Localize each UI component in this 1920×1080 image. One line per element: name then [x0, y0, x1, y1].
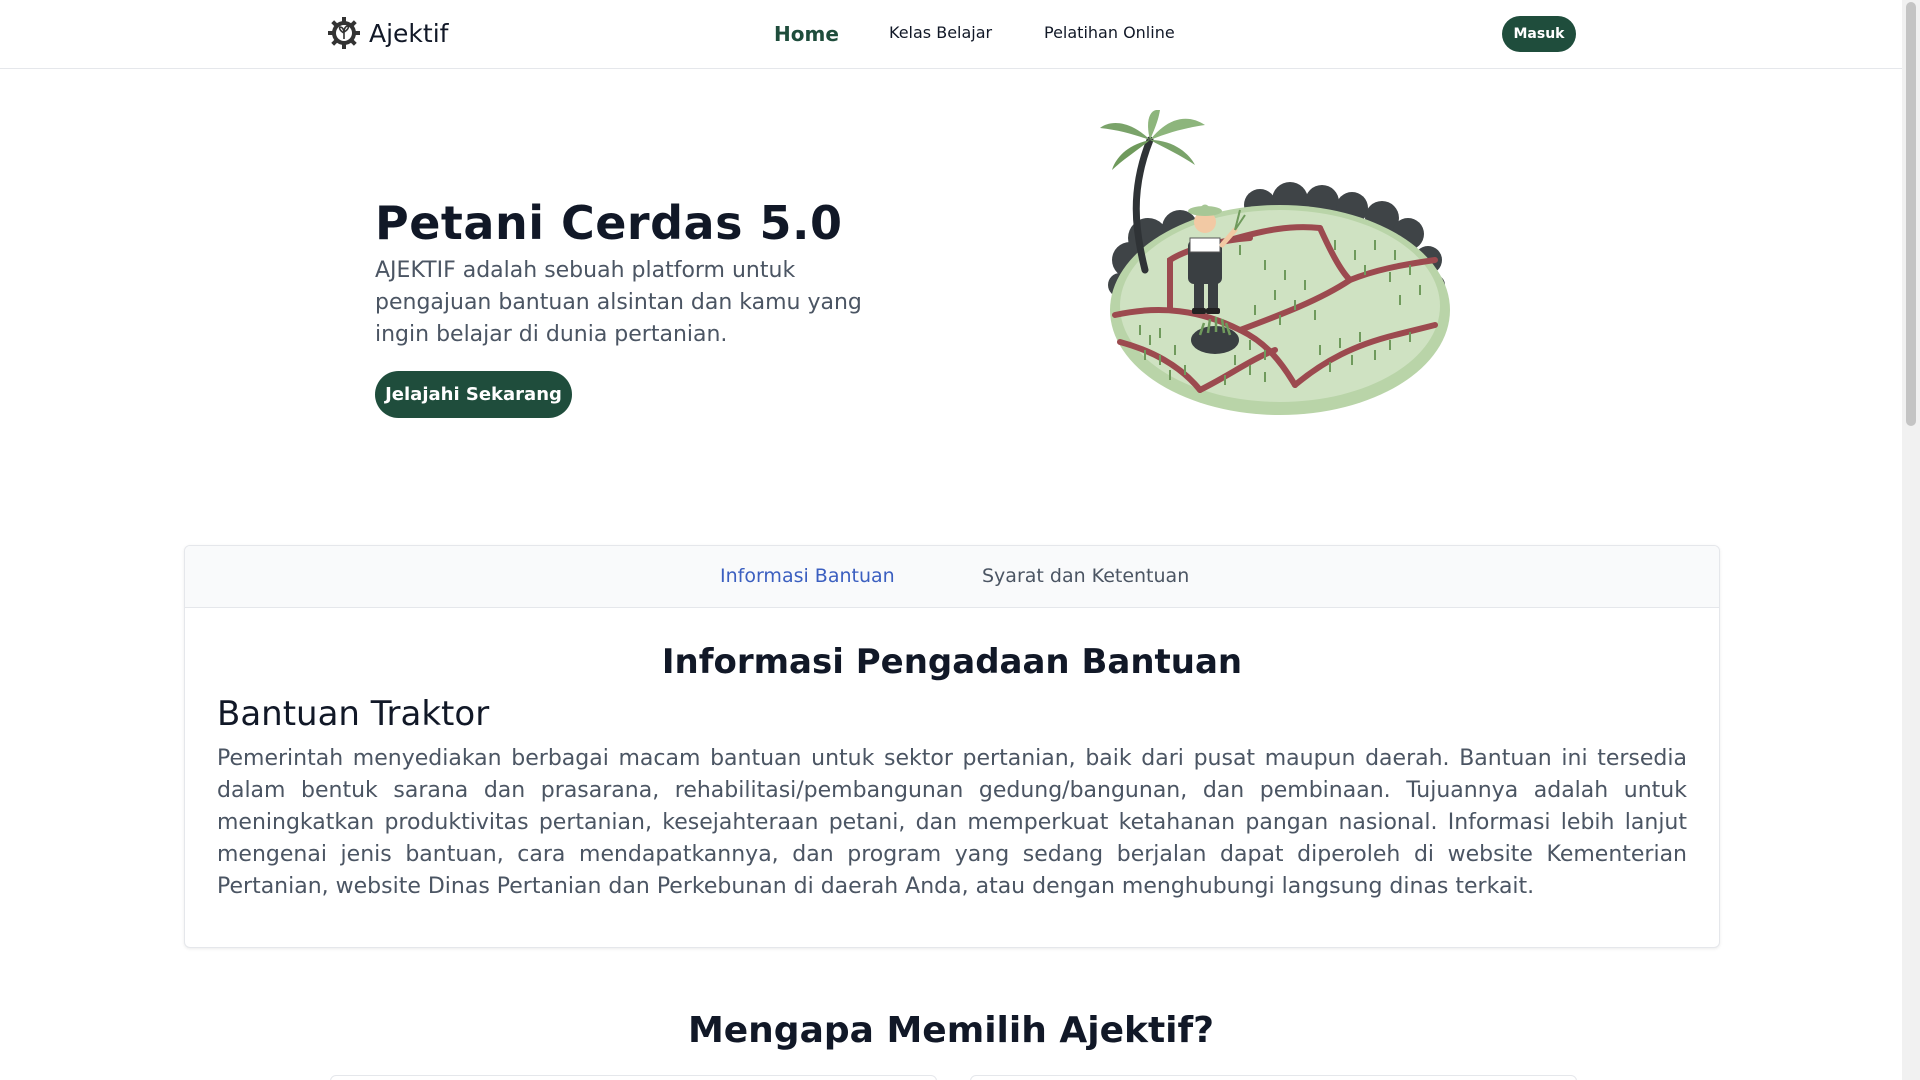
tab-bar: Informasi Bantuan Syarat dan Ketentuan [185, 546, 1719, 608]
feature-card [970, 1075, 1577, 1080]
brand-logo[interactable]: Ajektif [327, 16, 448, 50]
login-button[interactable]: Masuk [1502, 16, 1576, 52]
farmer-illustration [1100, 110, 1450, 415]
panel-subtitle: Bantuan Traktor [217, 694, 490, 734]
explore-button[interactable]: Jelajahi Sekarang [375, 371, 572, 418]
nav-link-kelas-belajar[interactable]: Kelas Belajar [889, 23, 992, 42]
panel-title: Informasi Pengadaan Bantuan [661, 642, 1243, 682]
brand-name: Ajektif [369, 18, 449, 48]
panel-body: Pemerintah menyediakan berbagai macam ba… [217, 746, 1687, 899]
why-section-title: Mengapa Memilih Ajektif? [687, 1010, 1215, 1051]
page: Ajektif Home Kelas Belajar Pelatihan Onl… [0, 0, 1920, 1080]
nav-link-home[interactable]: Home [774, 22, 839, 46]
tab-syarat-ketentuan[interactable]: Syarat dan Ketentuan [982, 565, 1189, 587]
hero-title: Petani Cerdas 5.0 [375, 196, 843, 250]
scrollbar-thumb[interactable] [1906, 2, 1916, 426]
navbar: Ajektif Home Kelas Belajar Pelatihan Onl… [0, 0, 1902, 69]
gear-leaf-icon [328, 17, 360, 49]
vertical-scrollbar[interactable] [1902, 0, 1920, 1080]
nav-link-pelatihan-online[interactable]: Pelatihan Online [1044, 23, 1175, 42]
tab-informasi-bantuan[interactable]: Informasi Bantuan [720, 565, 895, 587]
feature-card [330, 1075, 937, 1080]
hero-description: AJEKTIF adalah sebuah platform untuk pen… [375, 258, 862, 347]
info-tabs-card: Informasi Bantuan Syarat dan Ketentuan I… [184, 545, 1720, 948]
